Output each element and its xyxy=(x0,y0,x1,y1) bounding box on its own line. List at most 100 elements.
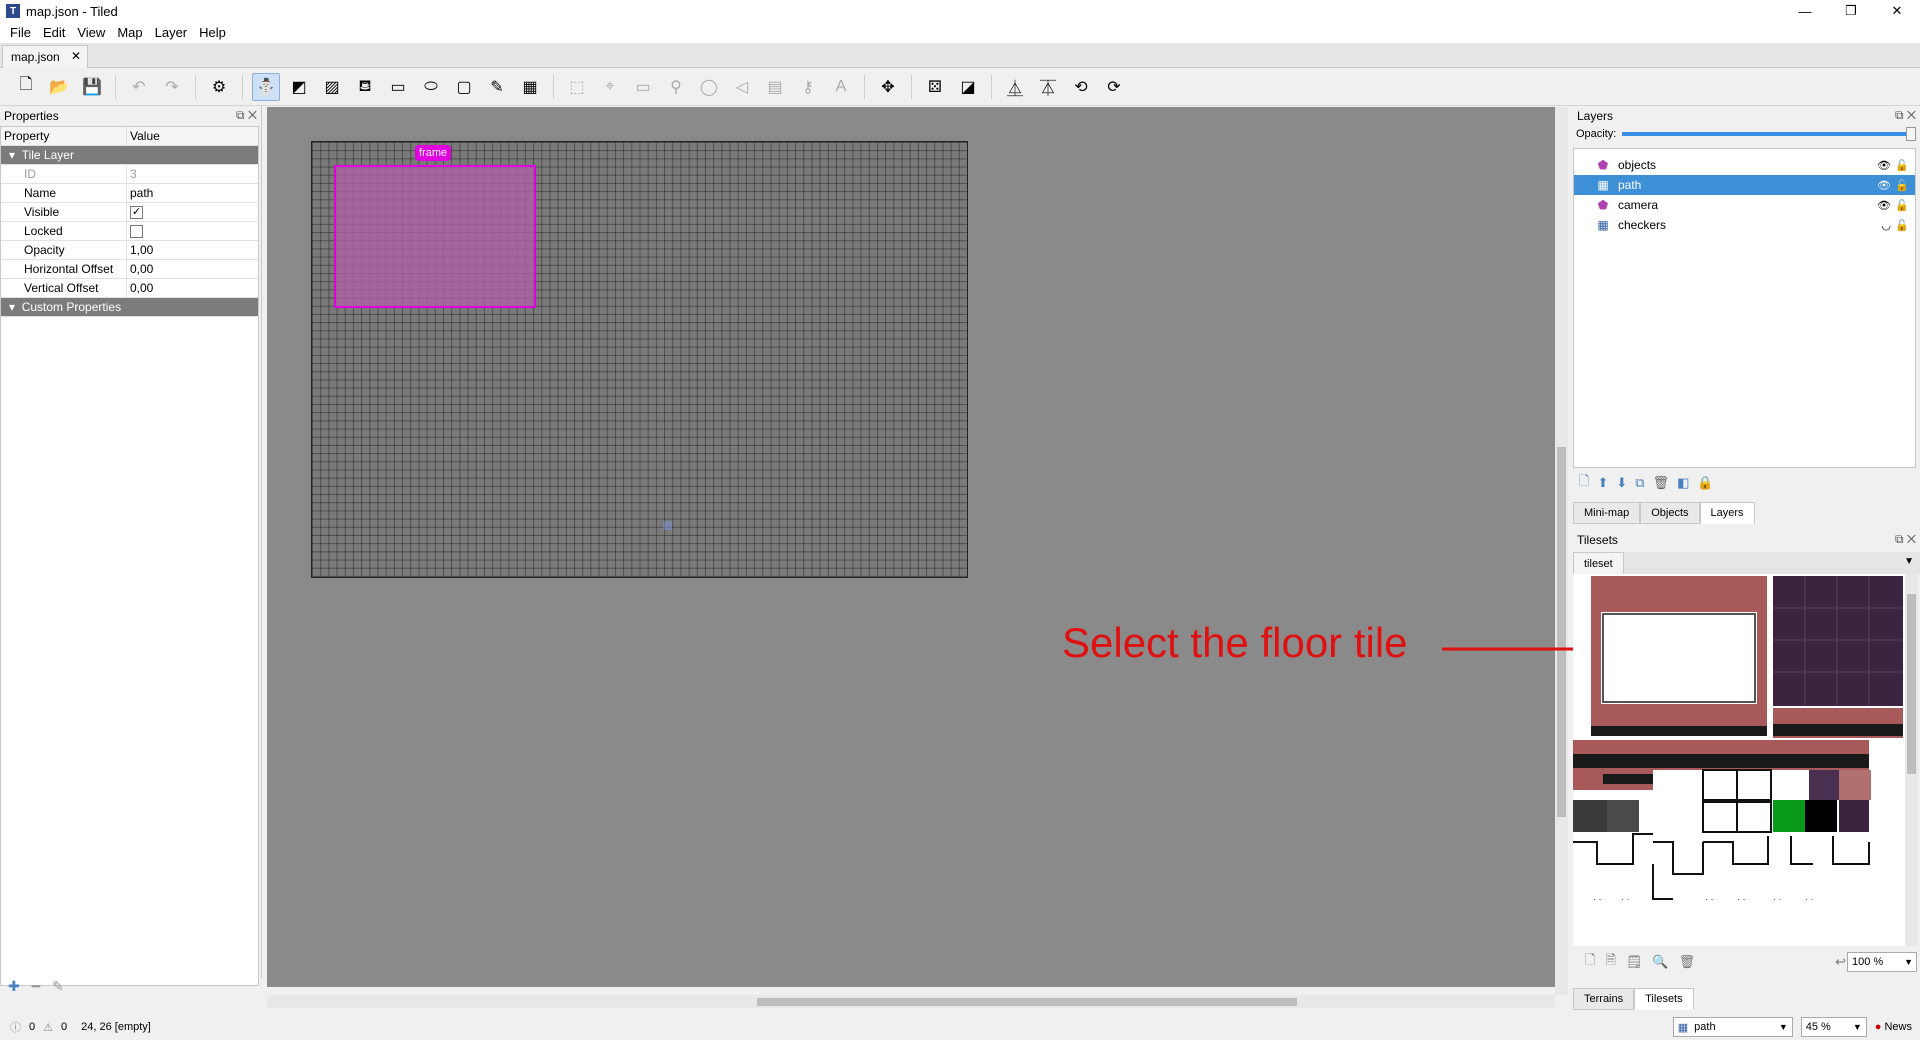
import-tileset-icon[interactable]: 🗎 xyxy=(1605,951,1615,973)
tileset-zoom-select[interactable]: 100 % ▼ xyxy=(1847,952,1917,972)
visibility-eye-icon[interactable]: 👁 xyxy=(1877,159,1891,172)
redo-icon[interactable]: ↷ xyxy=(158,73,186,101)
menu-map[interactable]: Map xyxy=(111,25,148,40)
rotate-right-icon[interactable]: ⟳ xyxy=(1100,73,1128,101)
property-row-locked[interactable]: Locked xyxy=(1,222,258,241)
dock-float-close-icons[interactable]: ⧉ ✕ xyxy=(1895,532,1916,547)
flip-vertical-icon[interactable]: ⏄ xyxy=(1034,73,1062,101)
lock-other-layers-icon[interactable]: 🔒 xyxy=(1697,475,1713,491)
scrollbar-thumb[interactable] xyxy=(1557,447,1566,817)
insert-text-icon[interactable]: A xyxy=(827,73,855,101)
lock-icon[interactable]: 🔓 xyxy=(1895,159,1909,172)
map-vertical-scrollbar[interactable] xyxy=(1555,107,1568,995)
visibility-eye-icon[interactable]: 👁 xyxy=(1877,199,1891,212)
tab-layers[interactable]: Layers xyxy=(1699,502,1755,524)
scrollbar-thumb[interactable] xyxy=(757,998,1297,1006)
tab-objects[interactable]: Objects xyxy=(1640,502,1700,524)
dock-float-close-icons[interactable]: ⧉ ✕ xyxy=(1895,108,1916,123)
map-zoom-select[interactable]: 45 % ▼ xyxy=(1800,1017,1867,1037)
undo-icon[interactable]: ↶ xyxy=(125,73,153,101)
menu-layer[interactable]: Layer xyxy=(149,25,194,40)
edit-polygons-icon[interactable]: ⌖ xyxy=(596,73,624,101)
map-horizontal-scrollbar[interactable] xyxy=(267,995,1555,1008)
close-tab-icon[interactable]: ✕ xyxy=(71,49,81,63)
menu-view[interactable]: View xyxy=(71,25,111,40)
property-value[interactable]: path xyxy=(127,186,258,200)
flip-horizontal-icon[interactable]: ⏅ xyxy=(1001,73,1029,101)
new-tileset-icon[interactable]: 🗋 xyxy=(1585,951,1595,973)
tileset-dropdown-icon[interactable]: ▼ xyxy=(1904,556,1914,567)
tileset-view[interactable]: · · · · · · · · · · · · xyxy=(1573,574,1905,946)
tab-mini-map[interactable]: Mini-map xyxy=(1573,502,1641,524)
rotate-left-icon[interactable]: ⟲ xyxy=(1067,73,1095,101)
current-layer-select[interactable]: ▦ path ▼ xyxy=(1672,1017,1793,1037)
opacity-slider-handle[interactable] xyxy=(1906,127,1917,141)
select-same-tile-icon[interactable]: ▦ xyxy=(516,73,544,101)
insert-tile-icon[interactable]: ▤ xyxy=(761,73,789,101)
stamp-brush-icon[interactable]: ⛄ xyxy=(252,72,280,101)
rename-property-icon[interactable]: ✎ xyxy=(52,978,64,995)
duplicate-layer-icon[interactable]: ⧉ xyxy=(1635,475,1644,491)
layer-item-camera[interactable]: ⬟ camera 👁 🔓 xyxy=(1574,195,1915,215)
property-value[interactable]: 0,00 xyxy=(127,262,258,276)
tileset-tab[interactable]: tileset xyxy=(1573,552,1624,574)
terrain-brush-icon[interactable]: ◩ xyxy=(285,73,313,101)
lock-icon[interactable]: 🔓 xyxy=(1895,219,1909,232)
lock-icon[interactable]: 🔓 xyxy=(1895,199,1909,212)
restore-button[interactable]: ❐ xyxy=(1828,0,1874,22)
menu-help[interactable]: Help xyxy=(193,25,232,40)
wang-brush-icon[interactable]: ▨ xyxy=(318,73,346,101)
new-file-icon[interactable]: 🗋 xyxy=(12,73,40,101)
visibility-eye-icon[interactable]: 👁 xyxy=(1877,179,1891,192)
document-tab-map-json[interactable]: map.json ✕ xyxy=(2,45,88,68)
property-value[interactable]: 1,00 xyxy=(127,243,258,257)
scrollbar-thumb[interactable] xyxy=(1907,594,1916,774)
tab-tilesets[interactable]: Tilesets xyxy=(1634,988,1694,1010)
group-tile-layer[interactable]: ▾ Tile Layer xyxy=(1,146,258,165)
add-layer-icon[interactable]: 🗋 xyxy=(1579,472,1589,494)
commands-icon[interactable]: ⚙ xyxy=(205,73,233,101)
edit-tileset-icon[interactable]: 🗒 xyxy=(1626,954,1643,970)
tab-terrains[interactable]: Terrains xyxy=(1573,988,1635,1010)
layer-offset-icon[interactable]: ✥ xyxy=(874,73,902,101)
wang-fill-mode-icon[interactable]: ◪ xyxy=(954,73,982,101)
insert-polygon-icon[interactable]: ◁ xyxy=(728,73,756,101)
property-row-vertical-offset[interactable]: Vertical Offset 0,00 xyxy=(1,279,258,298)
lower-layer-icon[interactable]: ⬇ xyxy=(1616,475,1627,491)
locked-checkbox[interactable] xyxy=(130,224,143,238)
insert-rectangle-icon[interactable]: ▭ xyxy=(629,73,657,101)
frame-object[interactable] xyxy=(334,165,536,308)
layer-item-objects[interactable]: ⬟ objects 👁 🔓 xyxy=(1574,155,1915,175)
opacity-slider[interactable] xyxy=(1622,127,1917,141)
lock-icon[interactable]: 🔓 xyxy=(1895,179,1909,192)
tileset-vertical-scrollbar[interactable] xyxy=(1905,574,1918,946)
dynamic-wrapping-icon[interactable]: ↩ xyxy=(1835,954,1846,970)
remove-tileset-icon[interactable]: 🗑 xyxy=(1679,954,1696,970)
rectangular-select-icon[interactable]: ▢ xyxy=(450,73,478,101)
shape-fill-icon[interactable]: ▭ xyxy=(384,73,412,101)
dock-float-close-icons[interactable]: ⧉ ✕ xyxy=(236,108,257,123)
raise-layer-icon[interactable]: ⬆ xyxy=(1597,475,1608,491)
layer-item-checkers[interactable]: ▦ checkers ◡ 🔓 xyxy=(1574,215,1915,235)
close-window-button[interactable]: ✕ xyxy=(1874,0,1920,22)
insert-ellipse-icon[interactable]: ◯ xyxy=(695,73,723,101)
select-objects-icon[interactable]: ⬚ xyxy=(563,73,591,101)
menu-file[interactable]: File xyxy=(4,25,37,40)
bucket-fill-icon[interactable]: ⛾ xyxy=(351,73,379,101)
insert-template-icon[interactable]: ⚷ xyxy=(794,73,822,101)
toggle-other-layers-icon[interactable]: ◧ xyxy=(1677,475,1689,491)
remove-layer-icon[interactable]: 🗑 xyxy=(1653,475,1670,491)
open-file-icon[interactable]: 📂 xyxy=(45,73,73,101)
tileset-properties-icon[interactable]: 🔍 xyxy=(1652,954,1668,970)
save-file-icon[interactable]: 💾 xyxy=(78,73,106,101)
property-row-visible[interactable]: Visible ✓ xyxy=(1,203,258,222)
property-row-name[interactable]: Name path xyxy=(1,184,258,203)
remove-property-icon[interactable]: ━ xyxy=(32,978,40,995)
error-icon[interactable]: ⓘ xyxy=(10,1019,21,1035)
property-row-opacity[interactable]: Opacity 1,00 xyxy=(1,241,258,260)
warning-icon[interactable]: ⚠ xyxy=(43,1021,53,1034)
add-property-icon[interactable]: ✚ xyxy=(8,978,20,995)
eraser-icon[interactable]: ⬭ xyxy=(417,73,445,101)
insert-point-icon[interactable]: ⚲ xyxy=(662,73,690,101)
menu-edit[interactable]: Edit xyxy=(37,25,71,40)
